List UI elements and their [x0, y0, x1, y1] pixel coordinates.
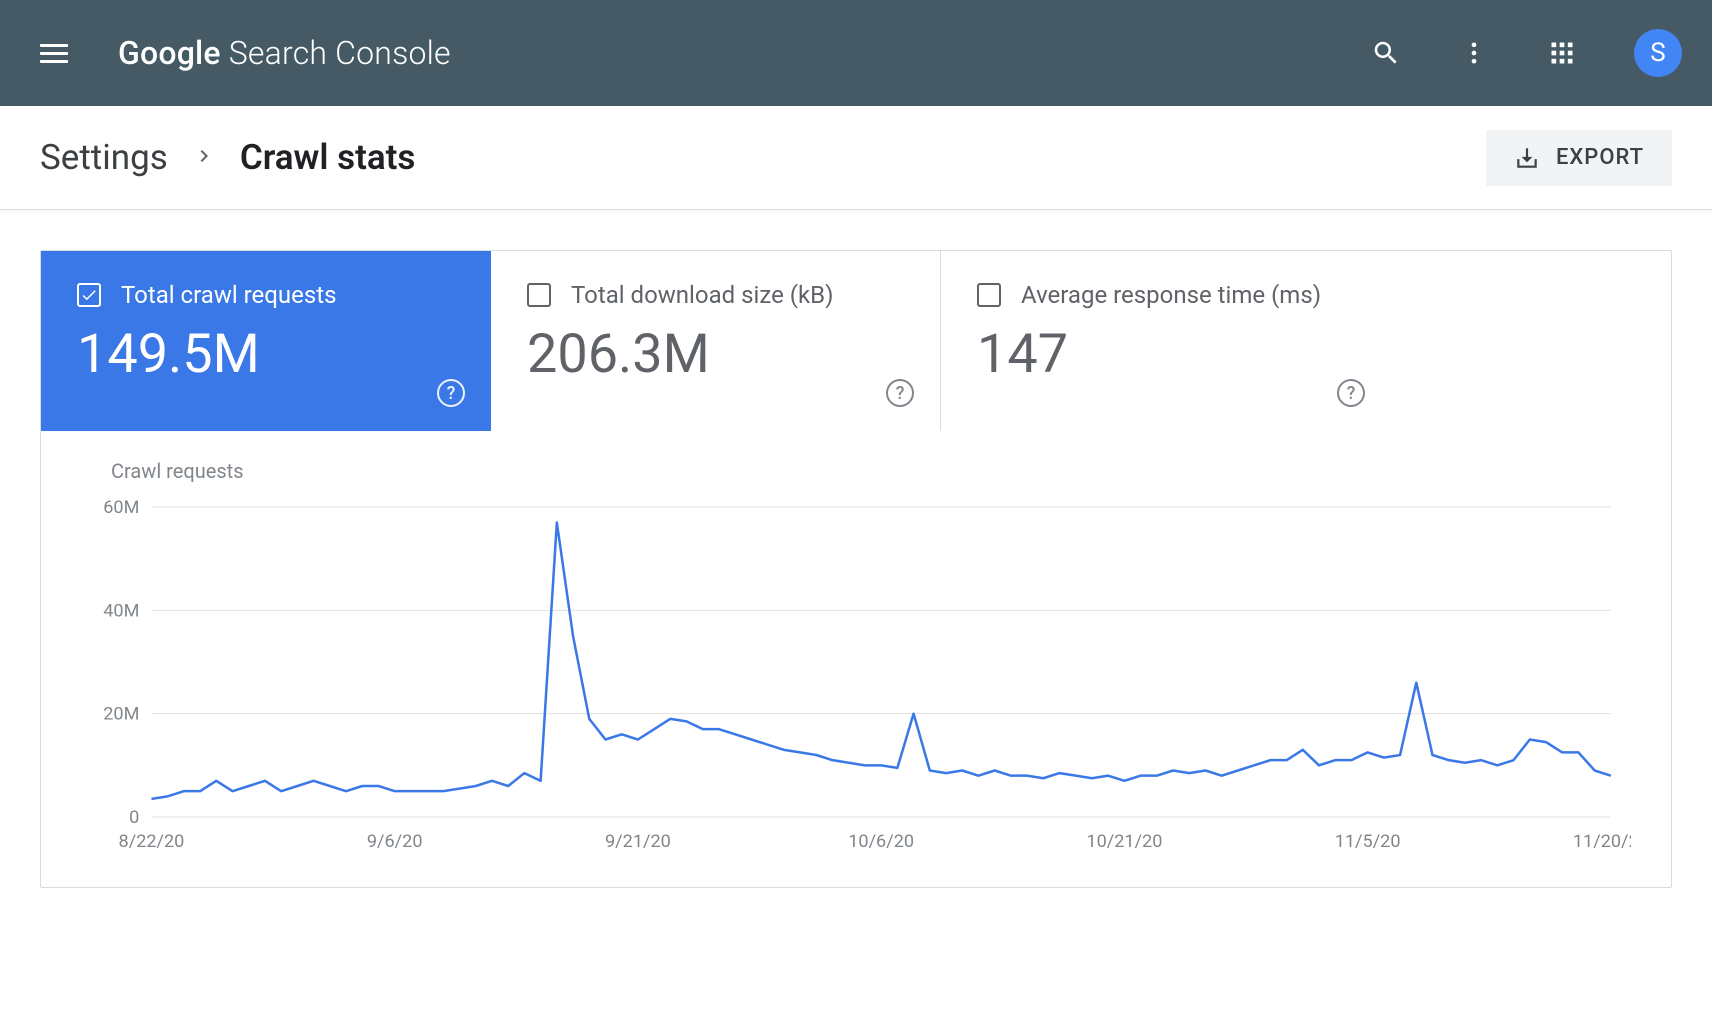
crawl-stats-card: Total crawl requests 149.5M ? Total down… — [40, 250, 1672, 888]
menu-icon — [40, 39, 68, 68]
metric-cards-row: Total crawl requests 149.5M ? Total down… — [41, 251, 1671, 431]
help-icon[interactable]: ? — [437, 379, 465, 407]
svg-text:9/21/20: 9/21/20 — [605, 831, 671, 852]
checkbox-icon — [527, 283, 551, 307]
svg-text:11/5/20: 11/5/20 — [1335, 831, 1401, 852]
metric-label: Total download size (kB) — [571, 281, 833, 309]
metric-total-crawl-requests[interactable]: Total crawl requests 149.5M ? — [41, 251, 491, 431]
search-icon — [1371, 38, 1401, 68]
app-header: Google Search Console S — [0, 0, 1712, 106]
svg-text:20M: 20M — [103, 704, 139, 725]
page-title: Crawl stats — [240, 137, 416, 178]
svg-text:10/6/20: 10/6/20 — [848, 831, 914, 852]
checkbox-icon — [977, 283, 1001, 307]
metric-total-download-size[interactable]: Total download size (kB) 206.3M ? — [491, 251, 941, 431]
metric-label: Average response time (ms) — [1021, 281, 1321, 309]
avatar[interactable]: S — [1634, 29, 1682, 77]
svg-text:40M: 40M — [103, 600, 139, 621]
more-options-button[interactable] — [1450, 29, 1498, 77]
metric-avg-response-time[interactable]: Average response time (ms) 147 ? — [941, 251, 1391, 431]
avatar-initial: S — [1650, 38, 1665, 68]
metric-value: 149.5M — [77, 323, 455, 386]
export-button[interactable]: EXPORT — [1486, 130, 1672, 186]
line-chart: 0 20M 40M 60M 8/22/20 9/6/20 9/21/20 10/6/20 10/… — [81, 497, 1631, 857]
chevron-right-icon — [192, 144, 216, 172]
subheader: Settings Crawl stats EXPORT — [0, 106, 1712, 210]
apps-icon — [1548, 39, 1576, 67]
apps-button[interactable] — [1538, 29, 1586, 77]
search-button[interactable] — [1362, 29, 1410, 77]
metric-value: 147 — [977, 323, 1355, 386]
help-icon[interactable]: ? — [1337, 379, 1365, 407]
metric-value: 206.3M — [527, 323, 904, 386]
svg-text:0: 0 — [129, 807, 139, 828]
logo-product: Search Console — [229, 34, 451, 72]
content: Total crawl requests 149.5M ? Total down… — [0, 210, 1712, 928]
svg-text:11/20/20: 11/20/20 — [1573, 831, 1631, 852]
checkbox-icon — [77, 283, 101, 307]
metric-label: Total crawl requests — [121, 281, 337, 309]
svg-text:9/6/20: 9/6/20 — [367, 831, 423, 852]
chart-title: Crawl requests — [111, 459, 1631, 483]
svg-text:10/21/20: 10/21/20 — [1086, 831, 1162, 852]
export-label: EXPORT — [1556, 145, 1644, 170]
breadcrumb-parent[interactable]: Settings — [40, 137, 168, 178]
product-logo: Google Search Console — [118, 34, 451, 72]
svg-text:60M: 60M — [103, 497, 139, 518]
svg-text:8/22/20: 8/22/20 — [119, 831, 185, 852]
more-vert-icon — [1460, 39, 1488, 67]
logo-google: Google — [118, 34, 221, 72]
menu-button[interactable] — [30, 29, 78, 77]
download-icon — [1514, 145, 1540, 171]
chart-area: Crawl requests 0 20M 40M 60M 8/22/20 9/6/20 9/… — [41, 431, 1671, 887]
help-icon[interactable]: ? — [886, 379, 914, 407]
